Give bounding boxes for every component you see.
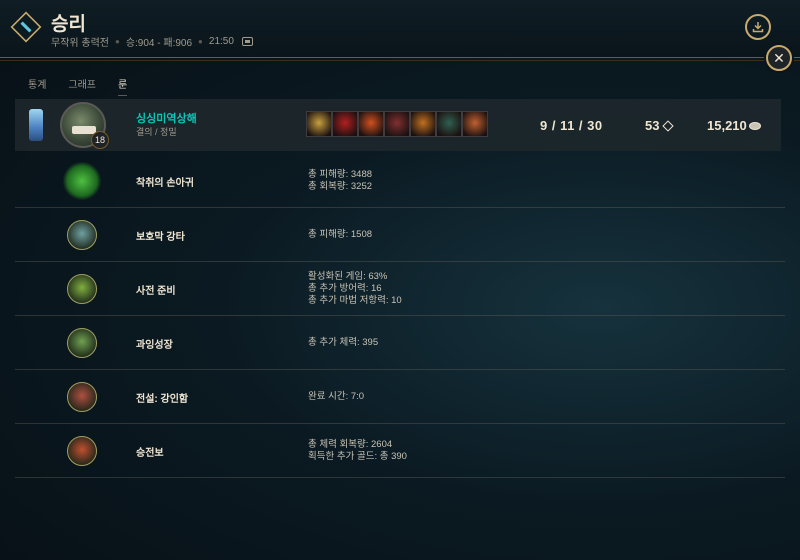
rune-stat-line: 완료 시간: 7:0	[308, 391, 365, 402]
item-list	[306, 111, 488, 137]
player-summary-row[interactable]: 18 싱싱미역상해 결의 / 정밀 9 / 11 / 30 53 15,210	[15, 99, 781, 151]
champion-level: 18	[91, 131, 109, 149]
rune-stats: 총 피해량: 1508	[308, 229, 372, 241]
item-4-icon[interactable]	[384, 111, 410, 137]
aram-mode-icon	[10, 11, 42, 43]
rune-stat-line: 총 회복량: 3252	[308, 181, 373, 192]
minions-killed: 53	[645, 118, 675, 133]
legend-tenacity-icon	[67, 382, 97, 412]
rune-stat-line: 총 추가 방어력: 16	[308, 283, 382, 294]
rune-stat-line: 총 체력 회복량: 2604	[308, 439, 393, 450]
rune-name: 과잉성장	[136, 340, 173, 351]
tab-stats[interactable]: 통계	[28, 76, 46, 96]
tab-graph[interactable]: 그래프	[68, 76, 96, 96]
shield-bash-icon	[67, 220, 97, 250]
rune-stat-line: 총 추가 체력: 395	[308, 337, 379, 348]
rune-name: 사전 준비	[136, 286, 176, 297]
close-button[interactable]: ✕	[766, 45, 792, 71]
rune-row: 사전 준비 활성화된 게임: 63% 총 추가 방어력: 16 총 추가 마법 저항력…	[15, 262, 785, 316]
player-rune-trees: 결의 / 정밀	[136, 127, 177, 137]
player-name[interactable]: 싱싱미역상해	[136, 110, 197, 126]
download-button[interactable]	[745, 14, 771, 40]
rune-name: 전설: 강인함	[136, 394, 189, 405]
win-loss-record: 승:904 - 패:906	[125, 38, 193, 49]
overgrowth-icon	[67, 328, 97, 358]
game-result-title: 승리	[51, 14, 86, 35]
download-icon	[752, 22, 764, 33]
rune-row: 전설: 강인함 완료 시간: 7:0	[15, 370, 785, 424]
item-3-icon[interactable]	[358, 111, 384, 137]
rune-name: 보호막 강타	[136, 232, 185, 243]
rune-stats: 활성화된 게임: 63% 총 추가 방어력: 16 총 추가 마법 저항력: 10	[308, 271, 402, 307]
triumph-icon	[67, 436, 97, 466]
item-2-icon[interactable]	[332, 111, 358, 137]
rune-stat-line: 활성화된 게임: 63%	[308, 271, 388, 282]
rune-stat-line: 총 추가 마법 저항력: 10	[308, 295, 402, 306]
item-5-icon[interactable]	[410, 111, 436, 137]
game-time: 21:50	[208, 36, 234, 47]
rune-stats: 총 체력 회복량: 2604 획득한 추가 골드: 총 390	[308, 439, 407, 463]
rune-row: 과잉성장 총 추가 체력: 395	[15, 316, 785, 370]
rune-stats: 총 추가 체력: 395	[308, 337, 378, 349]
header-bar: 승리 무작위 총력전 ● 승:904 - 패:906 ● 21:50	[0, 0, 800, 61]
minion-icon	[662, 119, 675, 132]
rune-stat-line: 총 피해량: 1508	[308, 229, 373, 240]
grasp-of-the-undying-icon	[63, 162, 101, 200]
tab-runes[interactable]: 룬	[118, 76, 128, 96]
game-mode-label: 무작위 총력전	[51, 38, 109, 49]
gold-earned: 15,210	[707, 118, 761, 133]
rune-stat-line: 획득한 추가 골드: 총 390	[308, 451, 407, 462]
rune-stat-line: 총 피해량: 3488	[308, 169, 373, 180]
kda: 9 / 11 / 30	[540, 118, 603, 133]
rune-name: 승전보	[136, 448, 164, 459]
rune-stats: 완료 시간: 7:0	[308, 391, 364, 403]
game-subtitle: 무작위 총력전 ● 승:904 - 패:906 ● 21:50	[51, 34, 253, 49]
item-7-icon[interactable]	[462, 111, 488, 137]
rune-name: 착취의 손아귀	[136, 178, 194, 189]
rune-stats: 총 피해량: 3488 총 회복량: 3252	[308, 169, 372, 193]
replay-icon[interactable]	[241, 37, 253, 46]
item-6-icon[interactable]	[436, 111, 462, 137]
conditioning-icon	[67, 274, 97, 304]
item-1-icon[interactable]	[306, 111, 332, 137]
rune-row: 착취의 손아귀 총 피해량: 3488 총 회복량: 3252	[15, 154, 785, 208]
close-icon: ✕	[773, 49, 785, 66]
rune-row: 승전보 총 체력 회복량: 2604 획득한 추가 골드: 총 390	[15, 424, 785, 478]
rune-row: 보호막 강타 총 피해량: 1508	[15, 208, 785, 262]
tab-bar: 통계 그래프 룬	[28, 76, 149, 96]
gold-icon	[748, 121, 761, 130]
rune-page-icon	[29, 109, 43, 141]
